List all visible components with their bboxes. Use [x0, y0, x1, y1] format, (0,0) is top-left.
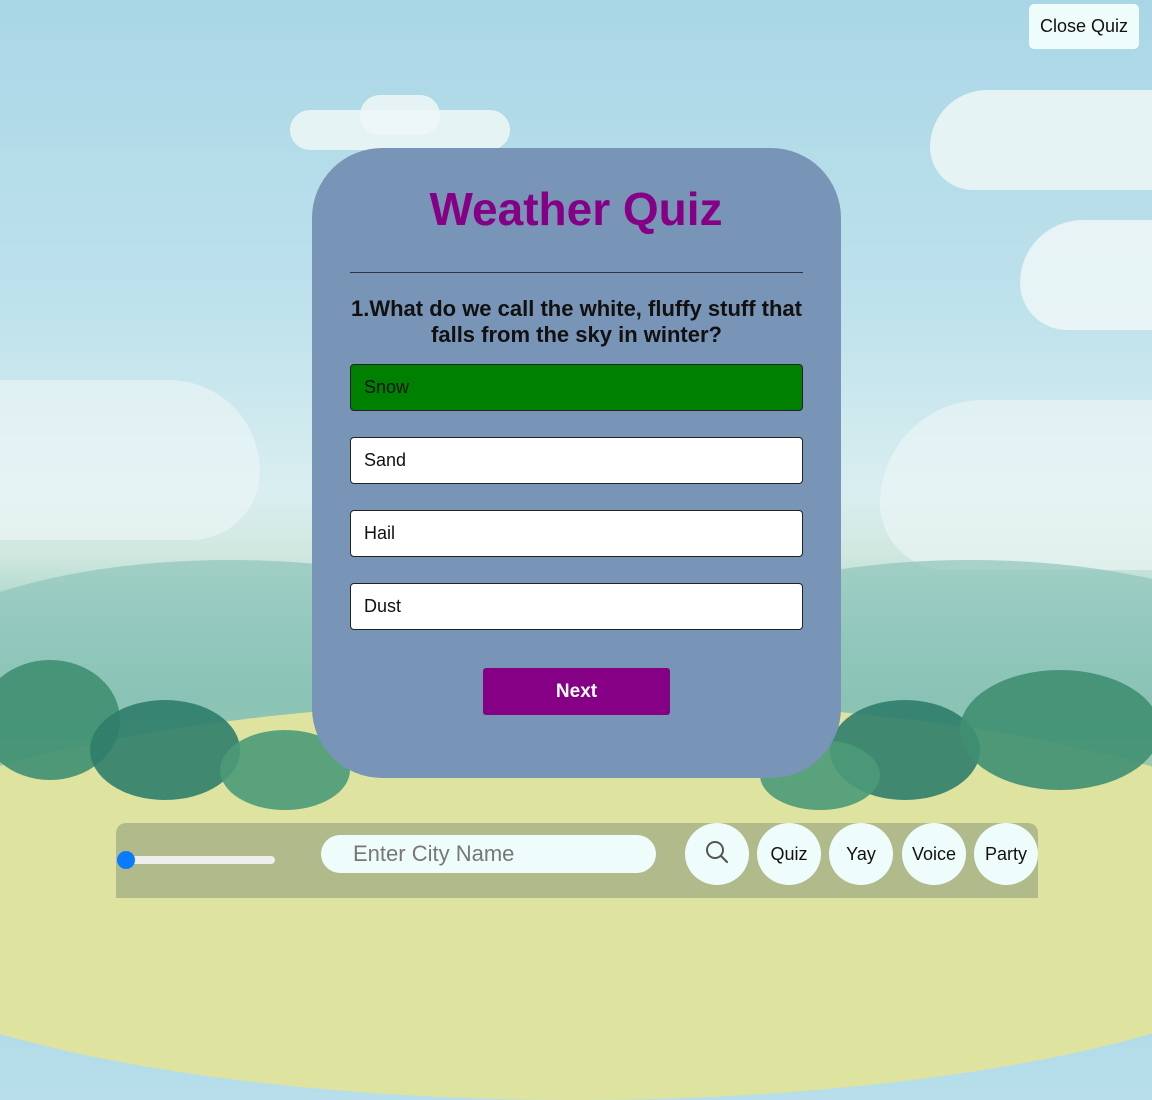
volume-slider-track[interactable] — [120, 856, 275, 864]
next-button[interactable]: Next — [483, 668, 670, 715]
quiz-question: 1.What do we call the white, fluffy stuf… — [350, 296, 802, 347]
close-quiz-button[interactable]: Close Quiz — [1029, 4, 1139, 49]
voice-button[interactable]: Voice — [902, 823, 966, 885]
answer-option-hail[interactable]: Hail — [350, 510, 803, 557]
divider — [350, 272, 803, 273]
quiz-title: Weather Quiz — [429, 183, 723, 235]
volume-slider-thumb[interactable] — [117, 851, 135, 869]
search-button[interactable] — [685, 823, 749, 885]
answer-option-dust[interactable]: Dust — [350, 583, 803, 630]
yay-button[interactable]: Yay — [829, 823, 893, 885]
answer-option-sand[interactable]: Sand — [350, 437, 803, 484]
search-icon — [704, 839, 730, 870]
quiz-button[interactable]: Quiz — [757, 823, 821, 885]
city-search-input[interactable] — [321, 835, 656, 873]
answer-option-snow[interactable]: Snow — [350, 364, 803, 411]
party-button[interactable]: Party — [974, 823, 1038, 885]
